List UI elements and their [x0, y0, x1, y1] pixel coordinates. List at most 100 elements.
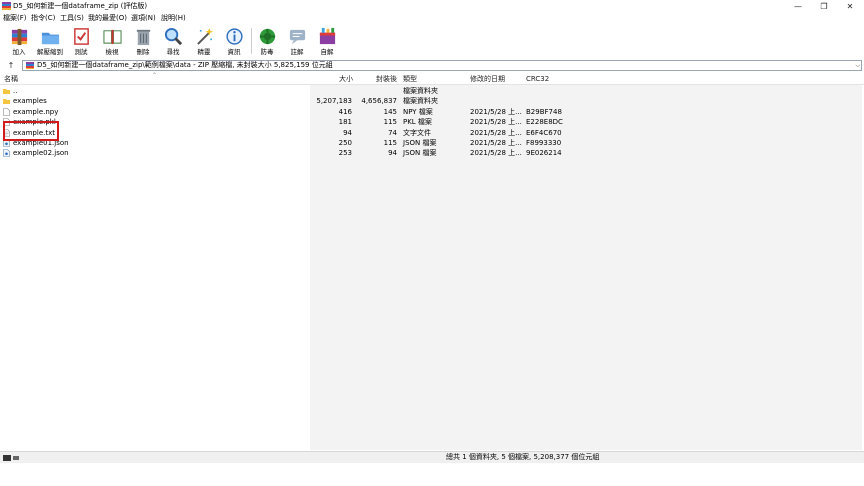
- file-row[interactable]: .. 檔案資料夾: [0, 86, 864, 96]
- file-type: NPY 檔案: [403, 107, 433, 116]
- path-text: D5_如何新建一個dataframe_zip\範例檔案\data - ZIP 壓…: [37, 61, 333, 69]
- file-type: 檔案資料夾: [403, 87, 438, 95]
- desktop-margin: [0, 463, 864, 486]
- file-size: 181: [338, 118, 352, 127]
- minimize-button[interactable]: —: [785, 0, 811, 13]
- file-type: JSON 檔案: [403, 149, 437, 158]
- file-packed-size: 115: [383, 118, 397, 127]
- info-label: 資訊: [227, 48, 241, 56]
- status-bar: 總共 1 個資料夾, 5 個檔案, 5,208,377 個位元組: [0, 451, 864, 463]
- delete-button[interactable]: 刪除: [129, 26, 157, 57]
- column-packed[interactable]: 封裝後: [376, 73, 397, 85]
- info-button[interactable]: 資訊: [220, 26, 248, 57]
- up-arrow-icon[interactable]: ↑: [5, 60, 17, 71]
- menu-options[interactable]: 選項(N): [131, 13, 156, 24]
- sfx-button[interactable]: 自解: [313, 26, 341, 57]
- file-crc32: E228E8DC: [526, 118, 563, 127]
- close-button[interactable]: ✕: [837, 0, 863, 13]
- file-modified: 2021/5/28 上...: [470, 107, 522, 116]
- file-packed-size: 74: [388, 128, 397, 137]
- drive-key-icon: [3, 455, 19, 461]
- status-text: 總共 1 個資料夾, 5 個檔案, 5,208,377 個位元組: [446, 453, 600, 461]
- file-name: example.npy: [13, 107, 59, 116]
- menu-bar: 檔案(F) 指令(C) 工具(S) 我的最愛(O) 選項(N) 說明(H): [0, 13, 864, 24]
- file-row[interactable]: example01.json 250 115 JSON 檔案 2021/5/28 上..…: [0, 138, 864, 148]
- toolbar: 加入 解壓縮到 測試 檢視 刪除 尋找 精靈 資訊 防毒 註解 自解: [0, 24, 864, 58]
- chevron-down-icon[interactable]: ⌵: [855, 61, 860, 70]
- file-crc32: E6F4C670: [526, 128, 562, 137]
- file-modified: 2021/5/28 上...: [470, 139, 522, 147]
- folder-icon: [3, 89, 10, 94]
- sort-arrow-icon: ⌃: [152, 72, 158, 79]
- menu-commands[interactable]: 指令(C): [31, 13, 55, 24]
- file-name: ..: [13, 87, 18, 95]
- column-crc32[interactable]: CRC32: [526, 73, 549, 85]
- column-header: 名稱 ⌃ 大小 封裝後 類型 修改的日期 CRC32: [0, 72, 864, 85]
- file-row[interactable]: example.txt 94 74 文字文件 2021/5/28 上... E6F4C67…: [0, 128, 864, 138]
- column-type[interactable]: 類型: [403, 73, 417, 85]
- file-size: 94: [343, 128, 352, 137]
- file-row[interactable]: example02.json 253 94 JSON 檔案 2021/5/28 上...…: [0, 148, 864, 158]
- file-packed-size: 4,656,837: [361, 97, 397, 106]
- json-file-icon: [3, 149, 10, 158]
- column-name[interactable]: 名稱: [4, 73, 18, 85]
- antivirus-icon: [259, 28, 276, 45]
- folder-icon: [3, 99, 10, 105]
- info-icon: [226, 28, 243, 45]
- file-type: PKL 檔案: [403, 118, 432, 127]
- file-row[interactable]: example.npy 416 145 NPY 檔案 2021/5/28 上... B29…: [0, 107, 864, 117]
- add-button[interactable]: 加入: [5, 26, 33, 57]
- menu-help[interactable]: 說明(H): [161, 13, 186, 24]
- find-button[interactable]: 尋找: [159, 26, 187, 57]
- extract-to-icon: [41, 32, 60, 45]
- file-crc32: B29BF748: [526, 107, 562, 116]
- file-size: 416: [338, 107, 352, 116]
- file-row[interactable]: examples 5,207,183 4,656,837 檔案資料夾: [0, 96, 864, 106]
- file-size: 5,207,183: [316, 97, 352, 106]
- file-packed-size: 115: [383, 139, 397, 147]
- find-icon: [164, 27, 183, 46]
- wizard-button[interactable]: 精靈: [190, 26, 218, 57]
- view-button[interactable]: 檢視: [98, 26, 126, 57]
- column-modified[interactable]: 修改的日期: [470, 73, 505, 85]
- delete-icon: [136, 29, 151, 46]
- wizard-icon: [197, 27, 214, 45]
- test-button[interactable]: 測試: [67, 26, 95, 57]
- file-name: example02.json: [13, 149, 69, 158]
- file-size: 253: [338, 149, 352, 158]
- antivirus-button[interactable]: 防毒: [253, 26, 281, 57]
- menu-favorites[interactable]: 我的最愛(O): [88, 13, 127, 24]
- comment-button[interactable]: 註解: [283, 26, 311, 57]
- extract-to-button[interactable]: 解壓縮到: [36, 26, 64, 57]
- title-bar: D5_如何新建一個dataframe_zip (評估版) — ❐ ✕: [0, 0, 864, 13]
- view-icon: [103, 29, 122, 45]
- address-bar: ↑ D5_如何新建一個dataframe_zip\範例檔案\data - ZIP…: [0, 59, 864, 72]
- file-modified: 2021/5/28 上...: [470, 118, 522, 127]
- winrar-app-icon: [2, 2, 11, 11]
- comment-icon: [289, 29, 306, 45]
- file-icon: [3, 107, 10, 116]
- file-name: examples: [13, 97, 47, 106]
- menu-file[interactable]: 檔案(F): [3, 13, 27, 24]
- maximize-button[interactable]: ❐: [811, 0, 837, 13]
- file-crc32: F8993330: [526, 139, 562, 147]
- column-size[interactable]: 大小: [339, 73, 353, 85]
- window-title: D5_如何新建一個dataframe_zip (評估版): [13, 2, 148, 10]
- test-icon: [74, 28, 89, 45]
- file-type: JSON 檔案: [403, 139, 437, 147]
- sfx-icon: [319, 27, 336, 45]
- archive-icon: [26, 62, 34, 69]
- file-type: 文字文件: [403, 128, 431, 137]
- file-row[interactable]: example.pkl 181 115 PKL 檔案 2021/5/28 上... E22…: [0, 117, 864, 127]
- file-type: 檔案資料夾: [403, 97, 438, 106]
- add-archive-icon: [11, 28, 28, 46]
- highlight-annotation: [3, 121, 59, 141]
- file-packed-size: 145: [383, 107, 397, 116]
- file-modified: 2021/5/28 上...: [470, 149, 522, 158]
- file-size: 250: [338, 139, 352, 147]
- file-modified: 2021/5/28 上...: [470, 128, 522, 137]
- path-field[interactable]: D5_如何新建一個dataframe_zip\範例檔案\data - ZIP 壓…: [22, 60, 862, 71]
- file-packed-size: 94: [388, 149, 397, 158]
- menu-tools[interactable]: 工具(S): [60, 13, 84, 24]
- sfx-label: 自解: [320, 48, 334, 56]
